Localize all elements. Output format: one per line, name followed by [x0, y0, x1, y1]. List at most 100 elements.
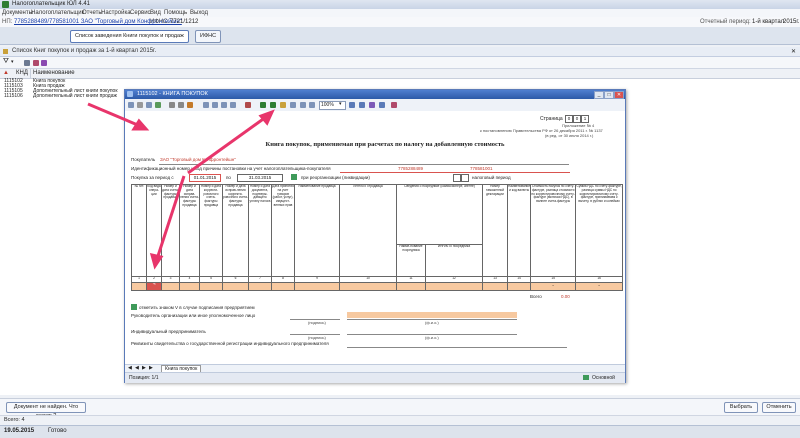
cell[interactable]: [131, 282, 147, 291]
prev-page-icon[interactable]: [212, 102, 218, 108]
cell[interactable]: [161, 282, 180, 291]
add-row-icon[interactable]: [260, 102, 266, 108]
cell[interactable]: [199, 282, 223, 291]
search-icon[interactable]: [349, 102, 355, 108]
app-icon: [2, 1, 9, 8]
delete-icon[interactable]: [245, 102, 251, 108]
help-icon[interactable]: [359, 102, 365, 108]
sort-icon[interactable]: ▲: [3, 70, 9, 76]
reorg-checkbox[interactable]: [291, 174, 297, 180]
cell[interactable]: -: [530, 282, 577, 291]
cell[interactable]: [339, 282, 397, 291]
print-icon[interactable]: [137, 102, 143, 108]
tab-nav-last-icon[interactable]: ▶: [149, 365, 153, 371]
cell[interactable]: [506, 282, 532, 291]
doc-close-icon[interactable]: ✕: [791, 48, 796, 55]
cell[interactable]: [222, 282, 249, 291]
table-icon[interactable]: [309, 102, 315, 108]
highlighted-tool-icon[interactable]: [280, 102, 286, 108]
document-header: Список Книг покупок и продаж за 1-й квар…: [0, 47, 800, 57]
edit-cell-icon[interactable]: ✎: [152, 284, 156, 288]
tab-books-list[interactable]: Список заведения Книги покупок и продаж: [70, 30, 189, 43]
date-from-field[interactable]: 01.01.2015: [189, 174, 221, 182]
help-not-found-button[interactable]: Документ не найден. Что делать?: [6, 402, 86, 419]
window-close-icon[interactable]: ✕: [614, 91, 624, 99]
form-sheet: Страница 0 0 1 Приложение № 4 к постанов…: [125, 111, 625, 364]
page-digit[interactable]: 0: [573, 115, 581, 123]
cell[interactable]: -: [575, 282, 624, 291]
date-to-field[interactable]: 31.03.2015: [237, 174, 283, 182]
tools-icon[interactable]: [24, 60, 30, 66]
buyer-kpp[interactable]: 778581001: [470, 166, 493, 171]
save-icon[interactable]: [128, 102, 134, 108]
data-row[interactable]: ✎ - -: [131, 282, 624, 291]
settings-icon[interactable]: [369, 102, 375, 108]
cell[interactable]: [248, 282, 272, 291]
table-row[interactable]: 1115106 Дополнительный лист книги продаж: [0, 94, 130, 99]
window-minimize-icon[interactable]: _: [594, 91, 604, 99]
tab-ifns[interactable]: ИФНС: [195, 30, 222, 43]
tab-nav-first-icon[interactable]: ◀: [128, 365, 132, 371]
inn-kpp-label: Идентификационный номер и код причины по…: [131, 166, 331, 171]
menu-item-service[interactable]: Сервис: [130, 10, 151, 16]
zoom-chevron-icon[interactable]: ▾: [339, 101, 342, 107]
window-title-bar: 1115102 - КНИГА ПОКУПОК _ □ ✕: [125, 90, 625, 99]
selected-cell[interactable]: ✎: [146, 282, 162, 291]
print-icon[interactable]: [41, 60, 47, 66]
menu-item-taxpayer[interactable]: Налогоплательщик: [31, 10, 84, 16]
chevron-down-icon[interactable]: ▾: [11, 59, 14, 65]
fill-icon[interactable]: [290, 102, 296, 108]
buyer-value[interactable]: ЗАО "Торговый дом Конфронтейшн": [160, 157, 236, 162]
menu-item-settings[interactable]: Настройка: [101, 10, 131, 16]
col-name-header[interactable]: Наименование: [33, 70, 75, 76]
tab-nav-prev-icon[interactable]: ◀: [135, 365, 139, 371]
page-digit[interactable]: 1: [581, 115, 589, 123]
sign-checkbox[interactable]: [131, 304, 137, 310]
cell[interactable]: [179, 282, 200, 291]
sub-header: Наиме-нование посредника: [396, 244, 426, 277]
copy-icon[interactable]: [178, 102, 184, 108]
cell[interactable]: [425, 282, 483, 291]
menu-item-reports[interactable]: Отчеты: [82, 10, 103, 16]
window-maximize-icon[interactable]: □: [604, 91, 614, 99]
cell[interactable]: [294, 282, 340, 291]
first-page-icon[interactable]: [203, 102, 209, 108]
reorg-label: при реорганизации (ликвидации): [301, 175, 370, 180]
select-button[interactable]: Выбрать: [724, 402, 758, 413]
list-toolbar: ⛛ ▾: [0, 57, 800, 69]
menu-item-documents[interactable]: Документы: [2, 10, 33, 16]
col-header: Дата принятия на учет товаров (работ, ус…: [271, 184, 295, 277]
last-page-icon[interactable]: [230, 102, 236, 108]
next-page-icon[interactable]: [221, 102, 227, 108]
cell[interactable]: [271, 282, 295, 291]
send-icon[interactable]: [391, 102, 397, 108]
menu-item-view[interactable]: Вид: [150, 10, 161, 16]
tab-nav-next-icon[interactable]: ▶: [142, 365, 146, 371]
ip-signature-hint: (подпись): [308, 335, 326, 340]
total-label: Всего: [530, 294, 542, 299]
calc-icon[interactable]: [300, 102, 306, 108]
col-header: Номер и дата счета-фактуры продавца: [161, 184, 180, 277]
buyer-inn[interactable]: 7785288489: [398, 166, 423, 171]
cancel-button[interactable]: Отменить: [762, 402, 796, 413]
cut-icon[interactable]: [169, 102, 175, 108]
info-icon[interactable]: [379, 102, 385, 108]
tax-period-field-1[interactable]: [453, 174, 461, 182]
cell[interactable]: [482, 282, 508, 291]
bottom-bar: Документ не найден. Что делать? Выбрать …: [0, 398, 800, 419]
paste-icon[interactable]: [187, 102, 193, 108]
menu-item-exit[interactable]: Выход: [190, 10, 208, 16]
col-code-header[interactable]: КНД: [16, 70, 28, 76]
preview-icon[interactable]: [146, 102, 152, 108]
row-name: Дополнительный лист книги продаж: [33, 93, 117, 99]
filter-icon[interactable]: ⛛: [3, 58, 9, 66]
menu-item-help[interactable]: Помощь: [164, 10, 187, 16]
tax-period-field-2[interactable]: [461, 174, 469, 182]
books-icon[interactable]: [33, 60, 39, 66]
head-fio-field[interactable]: [347, 312, 517, 318]
count-bar: Всего: 4: [0, 415, 800, 425]
cell[interactable]: [396, 282, 426, 291]
check-icon[interactable]: [155, 102, 161, 108]
page-digit[interactable]: 0: [565, 115, 573, 123]
insert-row-icon[interactable]: [270, 102, 276, 108]
